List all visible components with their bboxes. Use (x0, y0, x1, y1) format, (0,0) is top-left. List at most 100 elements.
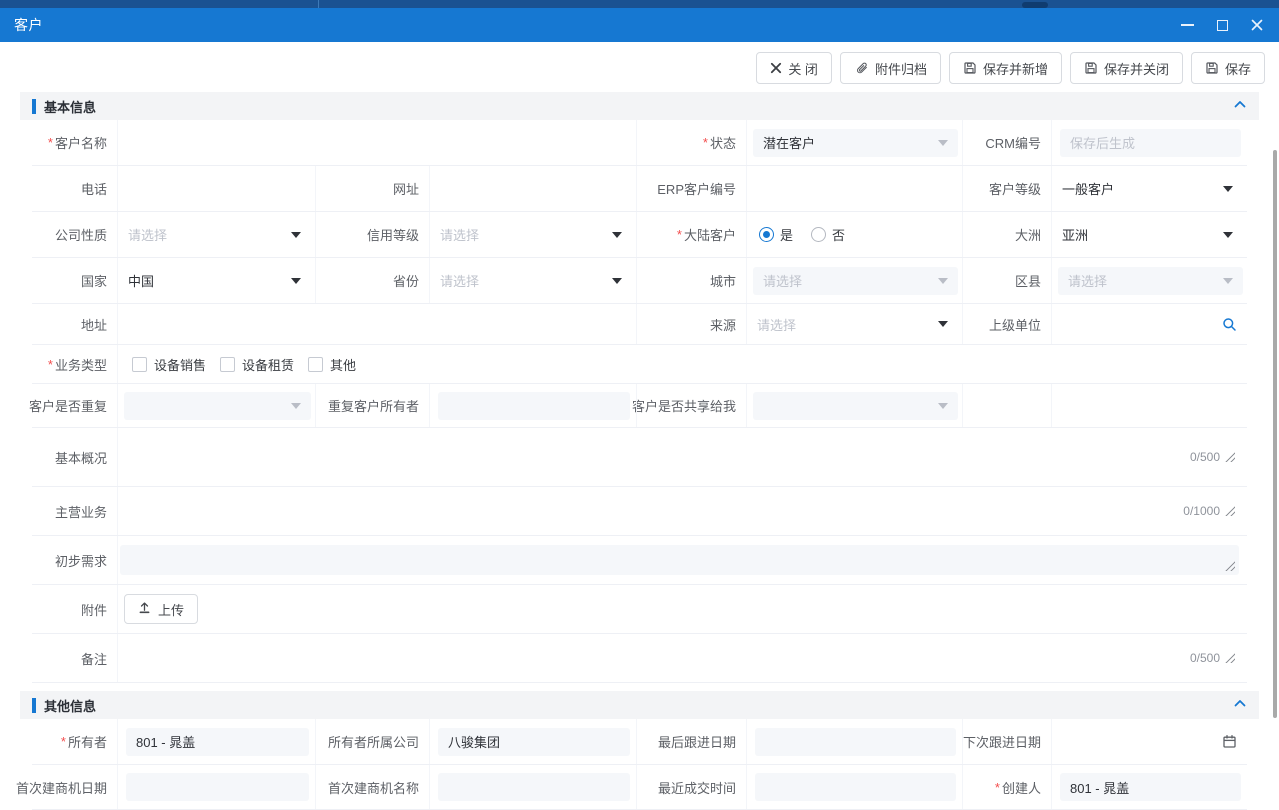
checkbox-equipment-lease[interactable]: 设备租赁 (220, 355, 294, 374)
chevron-down-icon (938, 140, 948, 146)
level-label: 客户等级 (989, 179, 1041, 198)
radio-dot-icon (811, 227, 826, 242)
initial-demand-label: 初步需求 (55, 551, 107, 570)
crm-no-label: CRM编号 (985, 133, 1041, 152)
country-select[interactable]: 中国 (126, 267, 311, 295)
owner-company-label: 所有者所属公司 (328, 732, 419, 751)
address-input[interactable] (118, 304, 637, 344)
first-opp-date-input[interactable] (126, 773, 309, 801)
close-window-icon[interactable] (1251, 19, 1263, 31)
remark-label: 备注 (81, 649, 107, 668)
form-row: *所有者 801 - 晁盖 所有者所属公司 八骏集团 最后跟进日期 下次跟进日期 (32, 719, 1247, 765)
district-label: 区县 (1015, 271, 1041, 290)
required-asterisk: * (48, 135, 53, 150)
parent-unit-input[interactable] (1052, 304, 1247, 344)
resize-grip-icon[interactable] (1225, 506, 1235, 516)
first-opp-name-input[interactable] (438, 773, 630, 801)
dup-owner-input[interactable] (438, 392, 630, 420)
form-row: 电话 网址 ERP客户编号 客户等级 一般客户 (32, 166, 1247, 212)
chevron-down-icon (291, 278, 301, 284)
is-duplicate-select[interactable] (124, 392, 311, 420)
required-asterisk: * (677, 227, 682, 242)
level-select[interactable]: 一般客户 (1060, 175, 1243, 203)
chevron-down-icon (1223, 186, 1233, 192)
last-deal-time-input[interactable] (755, 773, 956, 801)
char-counter: 0/500 (1190, 450, 1220, 464)
city-label: 城市 (710, 271, 736, 290)
resize-grip-icon[interactable] (1225, 653, 1235, 663)
is-duplicate-label: 客户是否重复 (29, 396, 107, 415)
radio-no[interactable]: 否 (811, 225, 845, 244)
first-opp-name-label: 首次建商机名称 (328, 778, 419, 797)
website-label: 网址 (393, 179, 419, 198)
save-icon (1084, 61, 1098, 75)
city-select[interactable]: 请选择 (753, 267, 958, 295)
next-follow-date-input[interactable] (1052, 719, 1247, 764)
district-select[interactable]: 请选择 (1058, 267, 1243, 295)
continent-label: 大洲 (1015, 225, 1041, 244)
checkbox-other[interactable]: 其他 (308, 355, 356, 374)
phone-label: 电话 (81, 179, 107, 198)
form-row: 备注 0/500 (32, 634, 1247, 683)
province-select[interactable]: 请选择 (438, 267, 632, 295)
checkbox-equipment-sales[interactable]: 设备销售 (132, 355, 206, 374)
main-business-textarea[interactable]: 0/1000 (118, 487, 1247, 535)
maximize-icon[interactable] (1217, 20, 1228, 31)
form-row: 主营业务 0/1000 (32, 487, 1247, 536)
erp-no-input[interactable] (747, 166, 963, 211)
minimize-icon[interactable] (1181, 24, 1194, 26)
owner-company-input[interactable]: 八骏集团 (438, 728, 630, 756)
collapse-chevron-up-icon[interactable] (1233, 696, 1247, 714)
last-deal-time-label: 最近成交时间 (658, 778, 736, 797)
section-title: 其他信息 (44, 696, 1233, 715)
main-business-label: 主营业务 (55, 502, 107, 521)
radio-yes[interactable]: 是 (759, 225, 793, 244)
form-row: 国家 中国 省份 请选择 城市 请选择 区县 请选择 (32, 258, 1247, 304)
chevron-down-icon (612, 278, 622, 284)
save-button[interactable]: 保存 (1191, 52, 1265, 84)
section-basic-info: 基本信息 (20, 92, 1259, 120)
resize-grip-icon[interactable] (1225, 452, 1235, 462)
chevron-down-icon (291, 403, 301, 409)
required-asterisk: * (703, 135, 708, 150)
chevron-down-icon (938, 321, 948, 327)
upload-button[interactable]: 上传 (124, 594, 198, 624)
radio-dot-icon (759, 227, 774, 242)
credit-select[interactable]: 请选择 (438, 221, 632, 249)
next-follow-date-label: 下次跟进日期 (963, 732, 1041, 751)
chevron-down-icon (291, 232, 301, 238)
company-nature-select[interactable]: 请选择 (126, 221, 311, 249)
overview-textarea[interactable]: 0/500 (118, 428, 1247, 486)
vertical-scrollbar[interactable] (1273, 150, 1277, 718)
calendar-icon[interactable] (1222, 734, 1237, 749)
last-follow-date-input[interactable] (755, 728, 956, 756)
resize-grip-icon[interactable] (1225, 561, 1235, 571)
search-icon[interactable] (1222, 317, 1237, 332)
save-icon (1205, 61, 1219, 75)
form-row: 客户是否重复 重复客户所有者 客户是否共享给我 (32, 384, 1247, 428)
save-and-close-button[interactable]: 保存并关闭 (1070, 52, 1183, 84)
shared-to-me-select[interactable] (753, 392, 958, 420)
dialog-titlebar: 客户 (0, 8, 1279, 42)
other-info-form: *所有者 801 - 晁盖 所有者所属公司 八骏集团 最后跟进日期 下次跟进日期… (32, 719, 1247, 810)
customer-name-input[interactable] (118, 120, 637, 165)
close-button[interactable]: 关 闭 (756, 52, 832, 84)
attachment-archive-button[interactable]: 附件归档 (840, 52, 941, 84)
initial-demand-textarea[interactable] (120, 545, 1239, 575)
source-select[interactable]: 请选择 (755, 310, 958, 338)
province-label: 省份 (393, 271, 419, 290)
save-and-new-button[interactable]: 保存并新增 (949, 52, 1062, 84)
phone-input[interactable] (118, 166, 316, 211)
owner-input[interactable]: 801 - 晁盖 (126, 728, 309, 756)
creator-input[interactable]: 801 - 晁盖 (1060, 773, 1241, 801)
collapse-chevron-up-icon[interactable] (1233, 97, 1247, 115)
remark-textarea[interactable]: 0/500 (118, 634, 1247, 682)
form-row: 公司性质 请选择 信用等级 请选择 *大陆客户 是 否 大洲 亚洲 (32, 212, 1247, 258)
continent-select[interactable]: 亚洲 (1060, 221, 1243, 249)
crm-no-input[interactable]: 保存后生成 (1060, 129, 1241, 157)
status-select[interactable]: 潜在客户 (753, 129, 958, 157)
website-input[interactable] (430, 166, 637, 211)
checkbox-icon (308, 357, 323, 372)
source-label: 来源 (710, 315, 736, 334)
section-accent-bar (32, 698, 36, 713)
